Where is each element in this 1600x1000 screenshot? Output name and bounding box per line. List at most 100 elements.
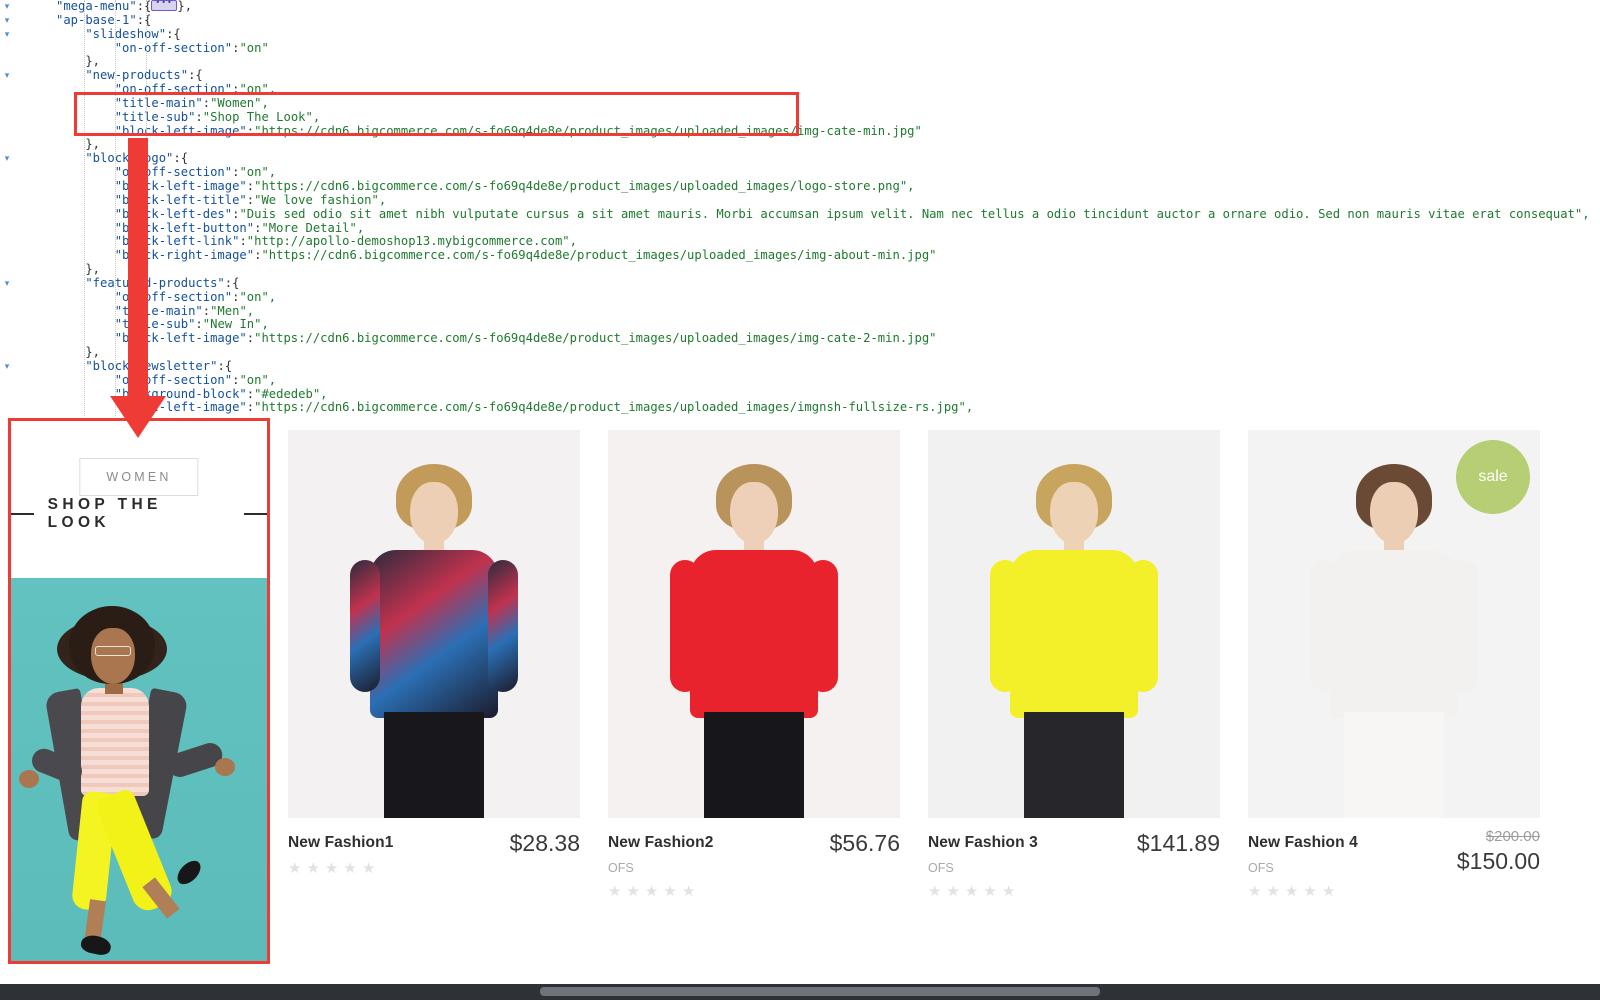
star-icon[interactable]: ★ <box>946 884 959 899</box>
code-line[interactable]: }, <box>0 138 1590 152</box>
code-token: }, <box>56 137 101 152</box>
code-token: :{ <box>188 68 203 83</box>
code-line[interactable]: "title-sub":"New In", <box>0 317 1590 332</box>
code-line[interactable]: "mega-menu":{}, <box>0 0 1590 14</box>
model-arm-right <box>1448 560 1478 692</box>
code-token: "on", <box>239 372 277 387</box>
model-arm-right <box>488 560 518 692</box>
product-card[interactable]: New Fashion 3 $141.89 OFS ★ ★ ★ ★ ★ <box>928 430 1248 899</box>
code-line[interactable]: "on-off-section":"on" <box>0 40 1590 56</box>
code-token: "mega-menu" <box>56 0 137 13</box>
code-token: "http://apollo-demoshop13.mybigcommerce.… <box>246 234 577 249</box>
model-top <box>1010 550 1138 718</box>
code-line[interactable]: }, <box>0 54 1590 69</box>
star-icon[interactable]: ★ <box>645 884 658 899</box>
star-icon[interactable]: ★ <box>965 884 978 899</box>
product-card[interactable]: New Fashion1 $28.38 ★ ★ ★ ★ ★ <box>288 430 608 876</box>
women-category-button[interactable]: WOMEN <box>79 458 199 496</box>
shop-the-look-heading: SHOP THE LOOK <box>8 496 270 532</box>
code-line[interactable]: "on-off-section":"on", <box>0 372 1590 388</box>
star-icon[interactable]: ★ <box>983 884 996 899</box>
code-line[interactable]: "block-left-des":"Duis sed odio sit amet… <box>0 207 1590 222</box>
star-icon[interactable]: ★ <box>1266 884 1279 899</box>
code-line[interactable]: "block-logo":{ <box>0 151 1590 166</box>
horizontal-scrollbar[interactable] <box>540 987 1100 996</box>
star-icon[interactable]: ★ <box>1285 884 1298 899</box>
code-token: "https://cdn6.bigcommerce.com/s-fo69q4de… <box>254 400 974 415</box>
model-face <box>730 482 778 544</box>
star-icon[interactable]: ★ <box>1002 884 1015 899</box>
code-line[interactable]: }, <box>0 345 1590 360</box>
code-token: :{ <box>136 0 152 13</box>
product-rating[interactable]: ★ ★ ★ ★ ★ <box>608 884 900 899</box>
code-line[interactable]: "background-block":"#ededeb", <box>0 386 1590 402</box>
code-line[interactable]: "slideshow":{ <box>0 26 1590 42</box>
model-arm-left <box>350 560 380 692</box>
annotation-arrow <box>110 138 166 438</box>
model-bottom <box>1024 712 1124 818</box>
code-token: "on", <box>239 165 277 180</box>
code-token: }, <box>56 345 101 360</box>
code-line[interactable]: }, <box>0 262 1590 277</box>
collapsed-code-icon[interactable] <box>151 0 178 11</box>
code-line[interactable]: "new-products":{ <box>0 68 1590 83</box>
app-root: ▾▾▾▾▾▾▾ "mega-menu":{},"ap-base-1":{ "sl… <box>0 0 1600 1000</box>
star-icon[interactable]: ★ <box>682 884 695 899</box>
code-token: "https://cdn6.bigcommerce.com/s-fo69q4de… <box>261 248 937 263</box>
code-line[interactable]: "block-left-button":"More Detail", <box>0 221 1590 236</box>
code-token: "slideshow" <box>56 26 167 41</box>
code-token: "new-products" <box>56 68 189 83</box>
product-meta: New Fashion1 $28.38 ★ ★ ★ ★ ★ <box>288 830 580 876</box>
product-image[interactable] <box>608 430 900 818</box>
star-icon[interactable]: ★ <box>1248 884 1261 899</box>
star-icon[interactable]: ★ <box>325 861 338 876</box>
star-icon[interactable]: ★ <box>928 884 941 899</box>
product-rating[interactable]: ★ ★ ★ ★ ★ <box>928 884 1220 899</box>
star-icon[interactable]: ★ <box>288 861 301 876</box>
product-image[interactable] <box>928 430 1220 818</box>
code-token: : <box>239 234 247 249</box>
product-image[interactable]: sale <box>1248 430 1540 818</box>
code-token: "https://cdn6.bigcommerce.com/s-fo69q4de… <box>254 178 915 193</box>
star-icon[interactable]: ★ <box>362 861 375 876</box>
code-line[interactable]: "on-off-section":"on", <box>0 290 1590 305</box>
code-line[interactable]: "featured-products":{ <box>0 276 1590 291</box>
model-top <box>1330 550 1458 718</box>
product-card[interactable]: New Fashion2 $56.76 OFS ★ ★ ★ ★ ★ <box>608 430 928 899</box>
star-icon[interactable]: ★ <box>663 884 676 899</box>
code-token: "on" <box>239 40 269 55</box>
product-image[interactable] <box>288 430 580 818</box>
shop-the-look-block[interactable]: WOMEN SHOP THE LOOK <box>8 418 270 964</box>
model-arm-right <box>1128 560 1158 692</box>
star-icon[interactable]: ★ <box>343 861 356 876</box>
code-line[interactable]: "on-off-section":"on", <box>0 165 1590 180</box>
product-card[interactable]: sale New Fashion 4 $200.00 $150.00 OFS ★ ★ ★ ★ ★ <box>1248 430 1568 899</box>
code-line[interactable]: "title-main":"Men", <box>0 304 1590 319</box>
product-sale-price: $150.00 <box>1456 848 1540 874</box>
code-line[interactable]: "email-left-image":"https://cdn6.bigcomm… <box>0 401 1590 415</box>
model-top <box>370 550 498 718</box>
star-icon[interactable]: ★ <box>1303 884 1316 899</box>
product-brand: OFS <box>928 861 954 875</box>
code-line[interactable]: "block-left-image":"https://cdn6.bigcomm… <box>0 331 1590 346</box>
code-line[interactable]: "block-left-title":"We love fashion", <box>0 193 1590 208</box>
code-line[interactable]: "block-left-link":"http://apollo-demosho… <box>0 234 1590 249</box>
model-shoe-left <box>79 933 113 957</box>
product-rating[interactable]: ★ ★ ★ ★ ★ <box>1248 884 1540 899</box>
star-icon[interactable]: ★ <box>1322 884 1335 899</box>
star-icon[interactable]: ★ <box>306 861 319 876</box>
code-token: "#ededeb", <box>254 386 328 401</box>
model-hand-right <box>215 758 235 776</box>
code-line[interactable]: "ap-base-1":{ <box>0 12 1590 28</box>
product-rating[interactable]: ★ ★ ★ ★ ★ <box>288 861 580 876</box>
code-lines[interactable]: "mega-menu":{},"ap-base-1":{ "slideshow"… <box>0 0 1590 415</box>
sale-badge[interactable]: sale <box>1456 440 1530 514</box>
code-line[interactable]: "block-right-image":"https://cdn6.bigcom… <box>0 248 1590 263</box>
star-icon[interactable]: ★ <box>608 884 621 899</box>
code-line[interactable]: "block-left-image":"https://cdn6.bigcomm… <box>0 178 1590 194</box>
shop-the-look-photo[interactable] <box>11 578 267 961</box>
code-line[interactable]: "block-newsletter":{ <box>0 359 1590 374</box>
star-icon[interactable]: ★ <box>626 884 639 899</box>
code-token: "ap-base-1" <box>56 12 137 27</box>
json-code-editor[interactable]: ▾▾▾▾▾▾▾ "mega-menu":{},"ap-base-1":{ "sl… <box>0 0 1600 416</box>
